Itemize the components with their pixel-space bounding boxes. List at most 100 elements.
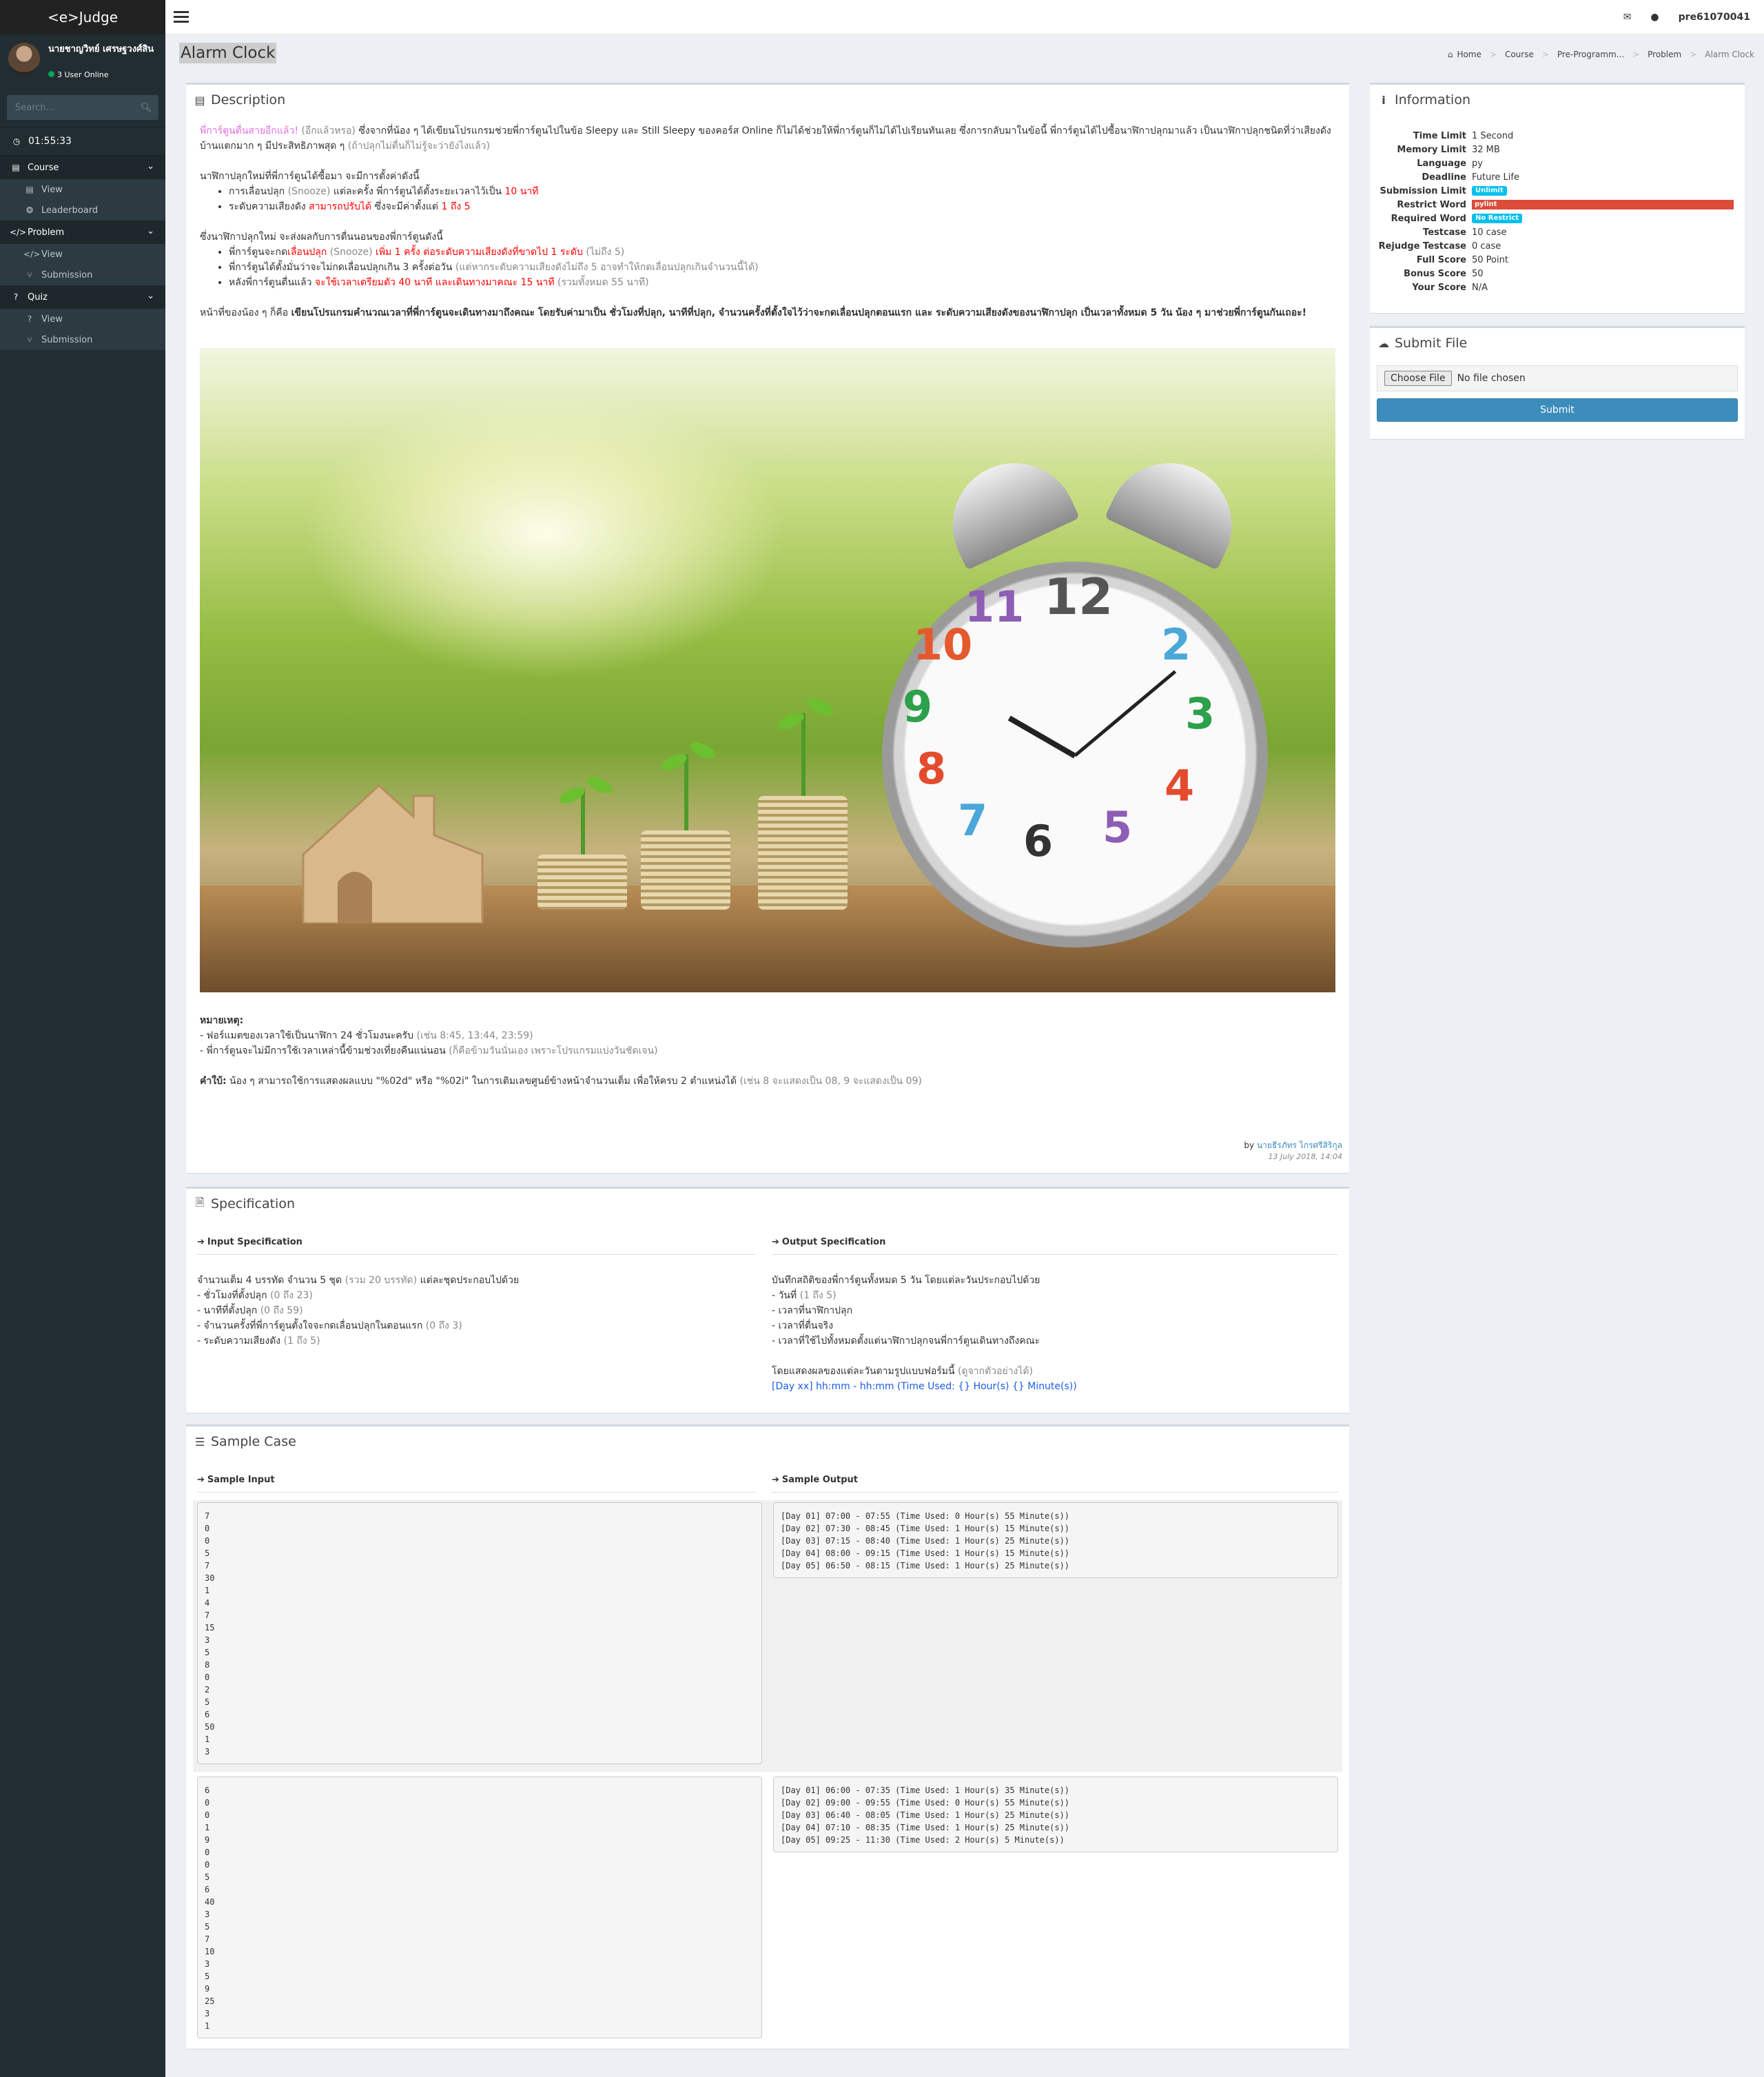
info-row-restrict-word: Restrict Word pylint	[1370, 198, 1745, 212]
description-box: ▤ Description พี่การ์ตูนตื่นสายอีกแล้ว! (…	[186, 83, 1349, 1173]
app-logo[interactable]: <e>Judge	[0, 0, 165, 34]
input-spec-column: ➔ Input Specification จำนวนเต็ม 4 บรรทัด …	[197, 1230, 755, 1349]
list-icon: ☰	[194, 1435, 205, 1449]
text: (ไม่ถึง 5)	[586, 247, 625, 258]
text: น้อง ๆ สามารถใช้การแสดงผลแบบ "%02d" หรือ…	[229, 1076, 737, 1087]
menu-item-label: Submission	[41, 269, 93, 280]
navbar-right: ✉ ● pre61070041	[1623, 0, 1750, 34]
box-title: Submit File	[1395, 336, 1468, 351]
menu-course-view[interactable]: ▤ View	[0, 179, 165, 200]
menu-label: Course	[28, 162, 59, 173]
hint-line: คำใบ้: น้อง ๆ สามารถใช้การแสดงผลแบบ "%02…	[200, 1074, 1335, 1089]
breadcrumb-problem[interactable]: Problem	[1648, 50, 1681, 59]
image-clock-face: 12 2 3 4 5 6 7 8 9 10 11	[882, 562, 1268, 948]
submit-button[interactable]: Submit	[1377, 398, 1738, 422]
spec-line: - ระดับความเสียงดัง (1 ถึง 5)	[197, 1333, 755, 1349]
info-key: Time Limit	[1413, 130, 1466, 141]
sidebar-search[interactable]: Search... 🔍︎	[7, 95, 158, 120]
info-value: 0 case	[1472, 241, 1501, 252]
envelope-icon[interactable]: ✉	[1623, 12, 1632, 23]
alarm-clock-image: 12 2 3 4 5 6 7 8 9 10 11	[200, 348, 1335, 992]
hamburger-menu-icon[interactable]	[174, 11, 189, 23]
menu-item-label: View	[41, 184, 63, 195]
breadcrumb-current: Alarm Clock	[1705, 50, 1754, 59]
menu-quiz-submission[interactable]: ⑂ Submission	[0, 329, 165, 350]
spec-line: - ชั่วโมงที่ตั้งปลุก (0 ถึง 23)	[197, 1288, 755, 1303]
sample-case-header: ☰ Sample Case	[186, 1426, 1349, 1457]
information-header: i Information	[1370, 85, 1745, 115]
intro-paragraph: พี่การ์ตูนตื่นสายอีกแล้ว! (อีกแล้วหรอ) ซ…	[200, 123, 1335, 154]
info-key: Rejudge Testcase	[1378, 241, 1466, 252]
menu-problem[interactable]: </> Problem ⌄	[0, 221, 165, 244]
text: จำนวนเต็ม 4 บรรทัด จำนวน 5 ชุด	[197, 1275, 342, 1286]
search-icon[interactable]: 🔍︎	[134, 95, 158, 120]
box-title: Sample Case	[211, 1434, 296, 1449]
sample-case-box: ☰ Sample Case ➔ Sample Input ➔ Sample Outpu…	[186, 1424, 1349, 2049]
menu-course[interactable]: ▤ Course ⌄	[0, 156, 165, 179]
text: หน้าที่ของน้อง ๆ ก็คือ	[200, 307, 289, 318]
trophy-icon: ❂	[25, 205, 34, 215]
globe-icon[interactable]: ●	[1650, 12, 1659, 23]
choose-file-button[interactable]: Choose File	[1384, 371, 1452, 386]
info-row-testcase: Testcase 10 case	[1370, 225, 1745, 239]
breadcrumb-separator: >	[1489, 50, 1497, 59]
clock-number: 4	[1165, 761, 1195, 811]
text: (1 ถึง 5)	[799, 1290, 837, 1301]
menu-problem-submission[interactable]: ⑂ Submission	[0, 265, 165, 285]
effects-list: พี่การ์ตูนจะกดเลื่อนปลุก (Snooze) เพิ่ม …	[229, 245, 1335, 290]
output-spec-heading: ➔ Output Specification	[772, 1230, 1338, 1255]
image-wooden-house	[302, 784, 484, 923]
info-key: Bonus Score	[1404, 268, 1466, 279]
output-format: [Day xx] hh:mm - hh:mm (Time Used: {} Ho…	[772, 1381, 1077, 1392]
menu-course-leaderboard[interactable]: ❂ Leaderboard	[0, 200, 165, 221]
info-value: 50 Point	[1472, 254, 1508, 265]
info-icon: i	[1382, 93, 1386, 107]
text: (1 ถึง 5)	[283, 1336, 320, 1347]
text: - นาทีที่ตั้งปลุก	[197, 1305, 258, 1316]
sample-output-heading-col: ➔ Sample Output	[772, 1468, 1338, 1493]
author-link[interactable]: นายธีรภัทร ไกรศรีสิริกุล	[1257, 1140, 1342, 1150]
info-row-time-limit: Time Limit 1 Second	[1370, 129, 1745, 143]
file-input[interactable]: Choose File No file chosen	[1377, 365, 1738, 391]
output-spec-column: ➔ Output Specification บันทึกสถิติของพี่ก…	[772, 1230, 1338, 1394]
text: (เช่น 8:45, 13:44, 23:59)	[416, 1030, 533, 1041]
user-menu[interactable]: pre61070041	[1679, 12, 1750, 23]
text: เพิ่ม 1 ครั้ง ต่อระดับความเสียงดังที่ขาด…	[376, 247, 583, 258]
text: การเลื่อนปลุก	[229, 186, 285, 197]
note-line: - พี่การ์ตูนจะไม่มีการใช้เวลาเหล่านี้ข้า…	[200, 1043, 1335, 1058]
breadcrumb-preprog[interactable]: Pre-Programm...	[1557, 50, 1624, 59]
menu-quiz[interactable]: ? Quiz ⌄	[0, 285, 165, 309]
text: - วันที่	[772, 1290, 797, 1301]
image-coin-stack	[758, 796, 848, 910]
status-badge: No Restrict	[1472, 214, 1523, 223]
text: by	[1244, 1140, 1255, 1150]
spec-line: - จำนวนครั้งที่พี่การ์ตูนตั้งใจจะกดเลื่อ…	[197, 1318, 755, 1333]
clock-hour-hand	[1007, 715, 1076, 759]
text: (0 ถึง 3)	[425, 1320, 462, 1331]
image-coin-stack	[537, 855, 627, 910]
text: (อีกแล้วหรอ)	[301, 125, 356, 136]
breadcrumb-course[interactable]: Course	[1505, 50, 1534, 59]
top-navbar: ✉ ● pre61070041	[165, 0, 1764, 34]
text: (ดูจากตัวอย่างได้)	[958, 1366, 1033, 1377]
spec-line: จำนวนเต็ม 4 บรรทัด จำนวน 5 ชุด (รวม 20 บ…	[197, 1273, 755, 1288]
spec-line: - เวลาที่ใช้ไปทั้งหมดตั้งแต่นาฬิกาปลุกจน…	[772, 1336, 1040, 1347]
menu-quiz-view[interactable]: ? View	[0, 309, 165, 329]
text: (รวม 20 บรรทัด)	[345, 1275, 418, 1286]
info-row-full-score: Full Score 50 Point	[1370, 253, 1745, 267]
list-item: ระดับความเสียงดัง สามารถปรับได้ ซึ่งจะมี…	[229, 199, 1335, 214]
info-row-rejudge: Rejudge Testcase 0 case	[1370, 239, 1745, 253]
text: (ถ้าปลุกไม่ตื่นก็ไม่รู้จะว่ายังไงแล้ว)	[347, 141, 490, 152]
sample-input-2: 6 0 0 1 9 0 0 5 6 40 3 5 7 10 3 5 9 25 3…	[197, 1777, 762, 2038]
search-input[interactable]: Search...	[7, 103, 134, 113]
menu-problem-view[interactable]: </> View	[0, 244, 165, 265]
list-alt-icon: ▤	[194, 93, 205, 107]
text: (รวมทั้งหมด 55 นาที)	[557, 277, 649, 288]
user-name: นายชาญวิทย์ เศรษฐวงศ์สิน	[48, 44, 154, 54]
text: หลังพี่การ์ตูนตื่นแล้ว	[229, 277, 312, 288]
text: เลื่อนปลุก	[287, 247, 327, 258]
breadcrumb-home[interactable]: Home	[1457, 50, 1481, 59]
clock-number: 9	[903, 682, 933, 732]
text: 10 นาที	[504, 186, 539, 197]
text: - ระดับความเสียงดัง	[197, 1336, 281, 1347]
